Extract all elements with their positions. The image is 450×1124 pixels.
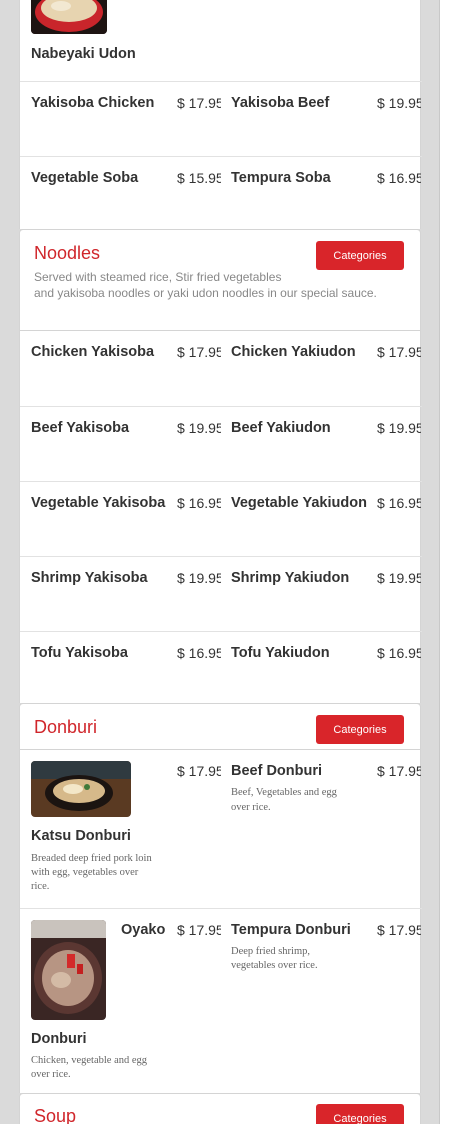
- categories-button[interactable]: Categories: [316, 715, 404, 744]
- item-name[interactable]: Shrimp Yakiudon: [231, 569, 349, 587]
- item-name[interactable]: Nabeyaki Udon: [31, 45, 136, 63]
- item-name[interactable]: Katsu Donburi: [31, 827, 131, 845]
- item-name[interactable]: Donburi: [31, 1030, 87, 1048]
- item-name[interactable]: Shrimp Yakisoba: [31, 569, 148, 587]
- item-name[interactable]: Beef Donburi: [231, 762, 322, 780]
- page-scrollbar[interactable]: [439, 0, 450, 1124]
- item-name[interactable]: Yakisoba Chicken: [31, 94, 154, 112]
- menu-column: Nabeyaki Udon Yakisoba Chicken $ 17.95 Y…: [19, 0, 422, 1124]
- item-name[interactable]: Oyako: [121, 921, 165, 939]
- item-description: Chicken, vegetable and egg: [31, 1055, 148, 1066]
- item-price: $ 19.95: [177, 570, 221, 586]
- donburi-section-items: $ 17.95 Katsu Donburi Breaded deep fried…: [19, 750, 422, 1093]
- item-name[interactable]: Tempura Soba: [231, 169, 331, 187]
- item-price: $ 16.95: [377, 170, 421, 186]
- item-description: Beef, Vegetables and egg: [231, 787, 337, 798]
- item-description: with egg, vegetables over: [31, 867, 139, 878]
- item-price: $ 17.95: [177, 344, 221, 360]
- udon-section-items: Nabeyaki Udon Yakisoba Chicken $ 17.95 Y…: [19, 0, 422, 229]
- item-price: $ 19.95: [377, 420, 421, 436]
- section-subtitle: and yakisoba noodles or yaki udon noodle…: [34, 286, 377, 300]
- item-price: $ 17.95: [177, 763, 221, 779]
- item-name[interactable]: Tofu Yakisoba: [31, 644, 128, 662]
- item-price: $ 19.95: [377, 570, 421, 586]
- item-price: $ 17.95: [177, 95, 221, 111]
- section-title: Donburi: [34, 717, 98, 737]
- item-name[interactable]: Beef Yakisoba: [31, 419, 129, 437]
- item-name[interactable]: Beef Yakiudon: [231, 419, 331, 437]
- nabeyaki-udon-image: [31, 0, 107, 34]
- menu-row: Beef Yakisoba $ 19.95 Beef Yakiudon $ 19…: [20, 406, 422, 481]
- item-description: over rice.: [231, 802, 271, 813]
- noodles-section-items: Chicken Yakisoba $ 17.95 Chicken Yakiudo…: [19, 331, 422, 703]
- menu-row: Oyako $ 17.95 Donburi Chicken, vegetable…: [20, 908, 422, 1093]
- item-name[interactable]: Chicken Yakiudon: [231, 343, 356, 361]
- katsu-donburi-image: [31, 761, 131, 817]
- item-name[interactable]: Tofu Yakiudon: [231, 644, 330, 662]
- noodles-section-header: Noodles Categories Served with steamed r…: [19, 229, 421, 331]
- donburi-section-header: Donburi Categories: [19, 703, 421, 750]
- section-subtitle: Served with steamed rice, Stir fried veg…: [34, 270, 282, 284]
- item-price: $ 16.95: [177, 495, 221, 511]
- item-description: Breaded deep fried pork loin: [31, 853, 152, 864]
- menu-row: Vegetable Soba $ 15.95 Tempura Soba $ 16…: [20, 156, 422, 229]
- item-name[interactable]: Tempura Donburi: [231, 921, 351, 939]
- item-price: $ 16.95: [177, 645, 221, 661]
- menu-row: Chicken Yakisoba $ 17.95 Chicken Yakiudo…: [20, 331, 422, 406]
- menu-row: Yakisoba Chicken $ 17.95 Yakisoba Beef $…: [20, 81, 422, 156]
- item-name[interactable]: Vegetable Yakiudon: [231, 494, 367, 512]
- oyako-donburi-image: [31, 920, 106, 1020]
- section-title: Soup: [34, 1106, 77, 1124]
- item-price: $ 15.95: [177, 170, 221, 186]
- item-price: $ 16.95: [377, 495, 421, 511]
- item-description: over rice.: [31, 1069, 71, 1080]
- item-name[interactable]: Vegetable Yakisoba: [31, 494, 165, 512]
- item-price: $ 19.95: [377, 95, 421, 111]
- item-name[interactable]: Vegetable Soba: [31, 169, 138, 187]
- soup-section-header: Soup Categories: [19, 1093, 421, 1124]
- item-price: $ 17.95: [377, 922, 421, 938]
- menu-row: Tofu Yakisoba $ 16.95 Tofu Yakiudon $ 16…: [20, 631, 422, 703]
- item-price: $ 17.95: [377, 763, 421, 779]
- item-description: vegetables over rice.: [231, 960, 318, 971]
- menu-row: Shrimp Yakisoba $ 19.95 Shrimp Yakiudon …: [20, 556, 422, 631]
- menu-row: $ 17.95 Katsu Donburi Breaded deep fried…: [20, 750, 422, 908]
- item-description: Deep fried shrimp,: [231, 946, 311, 957]
- item-price: $ 17.95: [377, 344, 421, 360]
- item-name[interactable]: Yakisoba Beef: [231, 94, 329, 112]
- item-price: $ 17.95: [177, 922, 221, 938]
- menu-row: Vegetable Yakisoba $ 16.95 Vegetable Yak…: [20, 481, 422, 556]
- categories-button[interactable]: Categories: [316, 241, 404, 270]
- categories-button[interactable]: Categories: [316, 1104, 404, 1124]
- item-price: $ 19.95: [177, 420, 221, 436]
- item-name[interactable]: Chicken Yakisoba: [31, 343, 154, 361]
- item-price: $ 16.95: [377, 645, 421, 661]
- item-description: rice.: [31, 881, 50, 892]
- section-title: Noodles: [34, 243, 101, 263]
